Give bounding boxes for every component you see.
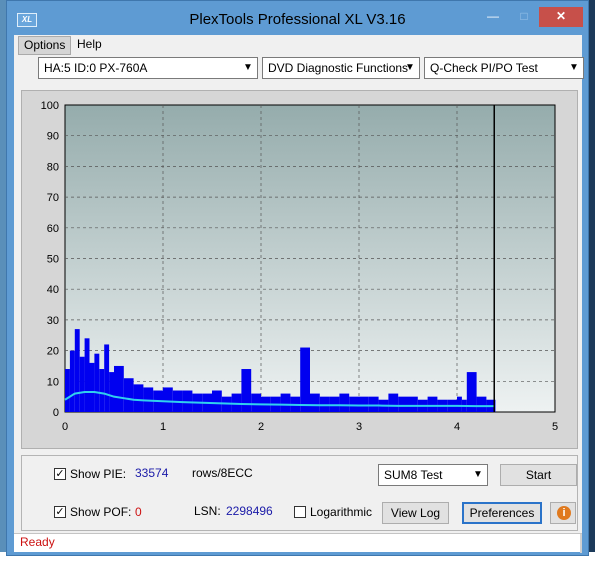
pie-bar [104, 344, 110, 412]
chevron-down-icon: ▼ [473, 469, 483, 480]
pie-bar [84, 338, 90, 412]
minimize-icon: — [487, 9, 499, 23]
sum-test-select[interactable]: SUM8 Test ▼ [378, 464, 488, 486]
checkmark-icon: ✓ [55, 468, 65, 480]
sum-test-value: SUM8 Test [384, 468, 443, 482]
info-button[interactable]: i [550, 502, 576, 524]
logarithmic-checkbox[interactable] [294, 506, 306, 518]
y-tick-label: 10 [47, 376, 59, 388]
pie-bar [280, 393, 291, 412]
pie-bar [349, 396, 359, 412]
show-pie-checkbox[interactable]: ✓ [54, 468, 66, 480]
y-tick-label: 100 [41, 100, 59, 112]
resize-grip[interactable] [580, 534, 582, 553]
pie-bar [65, 369, 70, 412]
lsn-label: LSN: [194, 504, 221, 518]
pie-bar [310, 393, 320, 412]
y-axis-ticks: 0 10 20 30 40 50 60 70 80 90 100 [41, 100, 59, 419]
pie-bar [79, 356, 85, 412]
show-poe-label: Show POF: [70, 505, 132, 519]
close-icon: ✕ [555, 9, 567, 23]
controls-panel: ✓ Show PIE: 33574 rows/8ECC SUM8 Test ▼ … [21, 455, 578, 531]
pie-bar [408, 396, 418, 412]
y-tick-label: 20 [47, 346, 59, 358]
pie-bar [368, 396, 379, 412]
pie-bar [427, 396, 438, 412]
maximize-button[interactable]: □ [510, 7, 538, 27]
chevron-down-icon: ▼ [243, 62, 253, 73]
x-tick-label: 5 [552, 421, 558, 433]
pie-bar [398, 396, 408, 412]
y-tick-label: 30 [47, 315, 59, 327]
y-tick-label: 60 [47, 223, 59, 235]
plextools-window: XL PlexTools Professional XL V3.16 — □ ✕… [6, 0, 589, 556]
pie-bar [300, 347, 310, 412]
function-select-value: DVD Diagnostic Functions [268, 61, 409, 75]
pie-bar [212, 390, 222, 412]
y-tick-label: 90 [47, 131, 59, 143]
preferences-button[interactable]: Preferences [462, 502, 542, 524]
x-axis-ticks: 0 1 2 3 4 5 [62, 421, 558, 433]
show-pie-label: Show PIE: [70, 467, 127, 481]
x-tick-label: 0 [62, 421, 68, 433]
view-log-button[interactable]: View Log [382, 502, 449, 524]
test-select-value: Q-Check PI/PO Test [430, 61, 538, 75]
checkmark-icon: ✓ [55, 506, 65, 518]
chevron-down-icon: ▼ [569, 62, 579, 73]
x-tick-label: 2 [258, 421, 264, 433]
x-tick-label: 1 [160, 421, 166, 433]
show-poe-checkbox[interactable]: ✓ [54, 506, 66, 518]
logarithmic-label: Logarithmic [310, 505, 373, 519]
chart-panel: 0 10 20 30 40 50 60 70 80 90 100 0 1 2 3 4 5 [21, 90, 578, 449]
chevron-down-icon: ▼ [405, 62, 415, 73]
y-tick-label: 0 [53, 407, 59, 419]
pie-bar [388, 393, 399, 412]
test-select[interactable]: Q-Check PI/PO Test ▼ [424, 57, 584, 79]
info-icon: i [557, 506, 571, 520]
maximize-icon: □ [520, 9, 528, 23]
x-tick-label: 3 [356, 421, 362, 433]
pie-bar [74, 329, 80, 412]
drive-select[interactable]: HA:5 ID:0 PX-760A ▼ [38, 57, 258, 79]
minimize-button[interactable]: — [479, 7, 507, 27]
lsn-value: 2298496 [226, 504, 273, 518]
pie-bar [163, 387, 173, 412]
title-bar[interactable]: XL PlexTools Professional XL V3.16 — □ ✕ [7, 1, 588, 35]
pipo-chart: 0 10 20 30 40 50 60 70 80 90 100 0 1 2 3 4 5 [41, 100, 558, 433]
start-button[interactable]: Start [500, 464, 577, 486]
pie-bar [89, 362, 95, 412]
pie-unit: rows/8ECC [192, 466, 253, 480]
y-tick-label: 40 [47, 284, 59, 296]
pie-bar [69, 350, 75, 412]
pie-bar [133, 384, 144, 412]
pie-value: 33574 [135, 466, 169, 480]
poe-value: 0 [135, 505, 142, 519]
pie-bar [123, 378, 134, 412]
function-select[interactable]: DVD Diagnostic Functions ▼ [262, 57, 420, 79]
close-button[interactable]: ✕ [539, 7, 583, 27]
y-tick-label: 70 [47, 192, 59, 204]
pie-bar [241, 369, 252, 412]
client-area: Options Help HA:5 ID:0 PX-760A ▼ DVD Dia… [14, 35, 584, 553]
pie-bar [99, 369, 105, 412]
pie-bar [114, 365, 124, 412]
pie-bar [339, 393, 350, 412]
menu-help[interactable]: Help [72, 36, 107, 53]
y-tick-label: 80 [47, 161, 59, 173]
pie-bar [251, 393, 261, 412]
pie-bar [109, 372, 114, 412]
pie-bar [457, 396, 462, 412]
status-text: Ready [20, 535, 55, 549]
pie-bar [359, 396, 369, 412]
x-tick-label: 4 [454, 421, 460, 433]
status-bar: Ready [14, 533, 582, 553]
pie-bar [476, 396, 487, 412]
pie-bar [94, 353, 100, 412]
y-tick-label: 50 [47, 254, 59, 266]
menu-bar: Options Help [14, 35, 582, 55]
menu-options[interactable]: Options [18, 36, 72, 55]
drive-select-value: HA:5 ID:0 PX-760A [44, 61, 148, 75]
